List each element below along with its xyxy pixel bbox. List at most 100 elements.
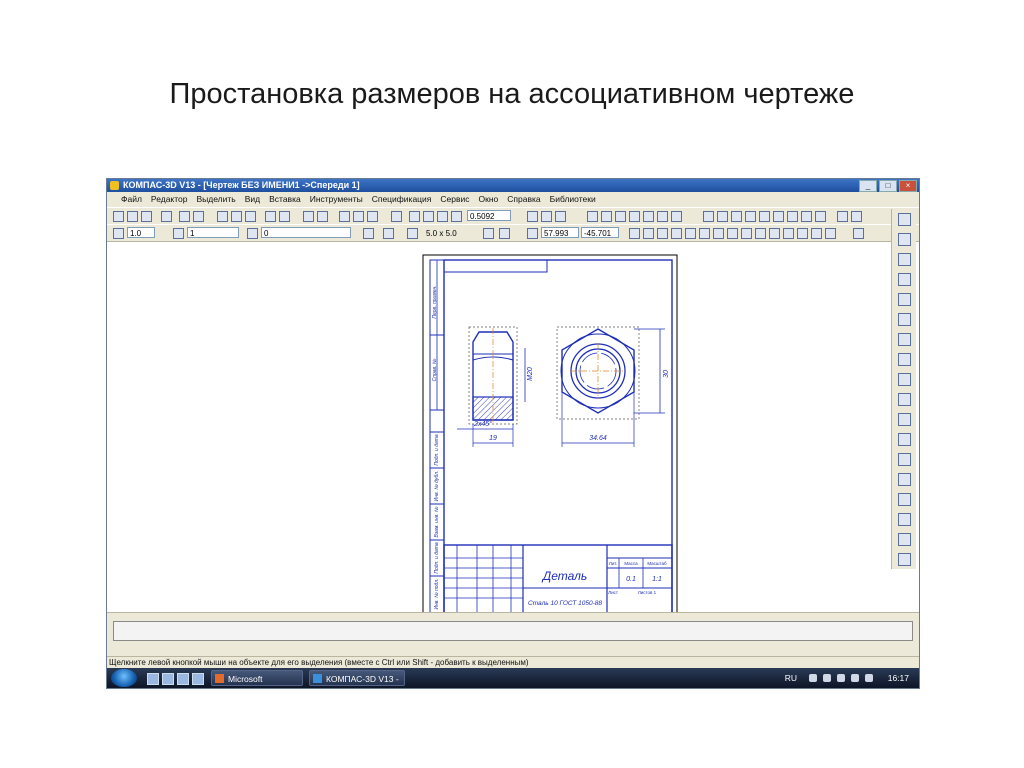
view-arrow-icon[interactable] <box>801 211 812 222</box>
fill-tool-icon[interactable] <box>671 211 682 222</box>
base-icon[interactable] <box>745 211 756 222</box>
speaker-icon[interactable] <box>865 674 873 682</box>
flag-icon[interactable] <box>851 674 859 682</box>
panel-reports-icon[interactable] <box>898 393 911 406</box>
snap-mode-13-icon[interactable] <box>797 228 808 239</box>
roughness-icon[interactable] <box>717 211 728 222</box>
panel-macro-icon[interactable] <box>898 493 911 506</box>
snap-settings-icon[interactable] <box>853 228 864 239</box>
snap-mode-15-icon[interactable] <box>825 228 836 239</box>
panel-layers-icon[interactable] <box>898 453 911 466</box>
paste-icon[interactable] <box>245 211 256 222</box>
copy-icon[interactable] <box>231 211 242 222</box>
panel-insert-icon[interactable] <box>898 413 911 426</box>
menu-insert[interactable]: Вставка <box>269 192 301 207</box>
menu-file[interactable]: Файл <box>121 192 142 207</box>
panel-symbols-icon[interactable] <box>898 533 911 546</box>
snap-mode-11-icon[interactable] <box>769 228 780 239</box>
panel-measure-icon[interactable] <box>898 313 911 326</box>
panel-image-icon[interactable] <box>898 553 911 566</box>
snap-mode-6-icon[interactable] <box>699 228 710 239</box>
leader-icon[interactable] <box>759 211 770 222</box>
save-icon[interactable] <box>141 211 152 222</box>
variables-icon[interactable] <box>353 211 364 222</box>
panel-dimensions-icon[interactable] <box>898 233 911 246</box>
geometry-icon[interactable] <box>587 211 598 222</box>
redo-icon[interactable] <box>317 211 328 222</box>
print-icon[interactable] <box>161 211 172 222</box>
undo-icon[interactable] <box>303 211 314 222</box>
ortho-icon[interactable] <box>499 228 510 239</box>
panel-lib-icon[interactable] <box>898 473 911 486</box>
hatch-tool-icon[interactable] <box>657 211 668 222</box>
text-tool-icon[interactable] <box>703 211 714 222</box>
refresh-icon[interactable] <box>391 211 402 222</box>
new-file-icon[interactable] <box>113 211 124 222</box>
snap-mode-8-icon[interactable] <box>727 228 738 239</box>
panel-views-icon[interactable] <box>898 353 911 366</box>
panel-assoc-icon[interactable] <box>898 433 911 446</box>
library-icon[interactable] <box>279 211 290 222</box>
zoom-in-icon[interactable] <box>409 211 420 222</box>
browser-icon[interactable] <box>177 673 189 685</box>
snap-mode-4-icon[interactable] <box>671 228 682 239</box>
panel-designations-icon[interactable] <box>898 253 911 266</box>
table-icon[interactable] <box>787 211 798 222</box>
tolerance-icon[interactable] <box>773 211 784 222</box>
panel-select-icon[interactable] <box>898 333 911 346</box>
preview-icon[interactable] <box>179 211 190 222</box>
menu-select[interactable]: Выделить <box>197 192 236 207</box>
snap-mode-10-icon[interactable] <box>755 228 766 239</box>
snap-mode-1-icon[interactable] <box>629 228 640 239</box>
manager-icon[interactable] <box>339 211 350 222</box>
menu-view[interactable]: Вид <box>245 192 260 207</box>
symbol-icon[interactable] <box>837 211 848 222</box>
panel-sheet-icon[interactable] <box>898 513 911 526</box>
zoom-input[interactable]: 0.5092 <box>467 210 511 221</box>
function-icon[interactable] <box>367 211 378 222</box>
axis-icon[interactable] <box>851 211 862 222</box>
properties-icon[interactable] <box>265 211 276 222</box>
drawing-canvas[interactable]: Перв. примен. Справ. № Подп. и дата Инв.… <box>107 242 889 614</box>
zoom-out-icon[interactable] <box>423 211 434 222</box>
layer-select[interactable]: 1 <box>187 227 239 238</box>
dimensions-icon[interactable] <box>601 211 612 222</box>
grid-icon[interactable] <box>407 228 418 239</box>
clock[interactable]: 16:17 <box>888 670 909 686</box>
local-cs-icon[interactable] <box>483 228 494 239</box>
arc-tool-icon[interactable] <box>629 211 640 222</box>
panel-geometry-icon[interactable] <box>898 213 911 226</box>
panel-edit-icon[interactable] <box>898 273 911 286</box>
menu-specification[interactable]: Спецификация <box>372 192 432 207</box>
circle-tool-icon[interactable] <box>615 211 626 222</box>
menu-window[interactable]: Окно <box>479 192 499 207</box>
triangle-tool-icon[interactable] <box>643 211 654 222</box>
snap-mode-9-icon[interactable] <box>741 228 752 239</box>
open-file-icon[interactable] <box>127 211 138 222</box>
snap-mode-12-icon[interactable] <box>783 228 794 239</box>
network-icon[interactable] <box>837 674 845 682</box>
coord-x-field[interactable]: 57.993 <box>541 227 579 238</box>
panel-spec-icon[interactable] <box>898 373 911 386</box>
snap-mode-7-icon[interactable] <box>713 228 724 239</box>
close-button[interactable]: × <box>899 180 917 192</box>
show-desktop-icon[interactable] <box>147 673 159 685</box>
snap-icon[interactable] <box>383 228 394 239</box>
language-indicator[interactable]: RU <box>785 670 797 686</box>
start-button[interactable] <box>111 669 137 687</box>
menu-service[interactable]: Сервис <box>440 192 469 207</box>
cut-icon[interactable] <box>217 211 228 222</box>
coord-y-field[interactable]: -45.701 <box>581 227 619 238</box>
taskbar-item-powerpoint[interactable]: Microsoft PowerPoi... <box>211 670 303 686</box>
minimize-button[interactable]: _ <box>859 180 877 192</box>
snap-mode-2-icon[interactable] <box>643 228 654 239</box>
help-icon[interactable] <box>809 674 817 682</box>
snap-mode-3-icon[interactable] <box>657 228 668 239</box>
line-width-input[interactable]: 1.0 <box>127 227 155 238</box>
menu-tools[interactable]: Инструменты <box>310 192 363 207</box>
command-input[interactable] <box>113 621 913 641</box>
menu-help[interactable]: Справка <box>507 192 540 207</box>
quicklaunch-icon[interactable] <box>192 673 204 685</box>
zoom-window-icon[interactable] <box>437 211 448 222</box>
snap-mode-5-icon[interactable] <box>685 228 696 239</box>
